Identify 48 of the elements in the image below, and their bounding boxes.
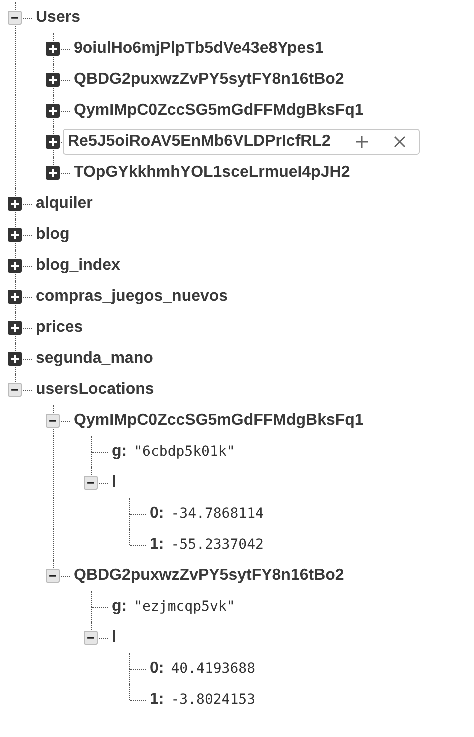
expand-toggle[interactable] [46,414,60,428]
node-key[interactable]: alquiler [36,194,93,212]
expand-toggle[interactable] [46,72,60,86]
node-key[interactable]: QBDG2puxwzZvPY5sytFY8n16tBo2 [74,566,344,584]
expand-toggle[interactable] [46,166,60,180]
field-value[interactable]: -55.2337042 [171,536,264,552]
field-value[interactable]: "6cbdp5k01k" [134,444,236,460]
node-key[interactable]: usersLocations [36,380,154,398]
node-key[interactable]: QymIMpC0ZccSG5mGdFFMdgBksFq1 [74,412,364,430]
node-key[interactable]: 9oiulHo6mjPlpTb5dVe43e8Ypes1 [74,40,324,58]
field-key: 1: [150,536,164,554]
node-key[interactable]: prices [36,318,84,336]
expand-toggle[interactable] [46,568,60,582]
expand-toggle[interactable] [8,228,22,242]
field-value[interactable]: "ezjmcqp5vk" [134,598,236,614]
expand-toggle[interactable] [8,382,22,396]
node-key[interactable]: QymIMpC0ZccSG5mGdFFMdgBksFq1 [74,102,364,120]
node-key[interactable]: Users [36,8,80,26]
expand-toggle[interactable] [8,196,22,210]
expand-toggle[interactable] [84,630,98,644]
field-value[interactable]: 40.4193688 [171,660,256,676]
expand-toggle[interactable] [8,290,22,304]
node-key[interactable]: l [112,628,116,646]
field-key: 1: [150,690,164,708]
close-icon[interactable] [392,134,407,148]
node-key[interactable]: TOpGYkkhmhYOL1sceLrmueI4pJH2 [74,164,350,182]
add-icon[interactable] [354,134,369,148]
node-key[interactable]: blog [36,226,70,244]
node-key[interactable]: QBDG2puxwzZvPY5sytFY8n16tBo2 [74,70,344,88]
node-key[interactable]: segunda_mano [36,350,154,368]
expand-toggle[interactable] [8,320,22,334]
expand-toggle[interactable] [8,258,22,272]
field-key: g: [112,598,128,616]
field-value[interactable]: -3.8024153 [171,692,256,708]
expand-toggle[interactable] [8,352,22,366]
node-key[interactable]: Re5J5oiRoAV5EnMb6VLDPrIcfRL2 [68,132,331,150]
field-key: g: [112,442,128,460]
expand-toggle[interactable] [46,42,60,56]
field-key: 0: [150,504,164,522]
expand-toggle[interactable] [8,10,22,24]
field-value[interactable]: -34.7868114 [171,506,264,522]
node-key[interactable]: l [112,474,116,492]
expand-toggle[interactable] [46,134,60,148]
node-key[interactable]: compras_juegos_nuevos [36,288,228,306]
expand-toggle[interactable] [46,104,60,118]
field-key: 0: [150,660,164,678]
expand-toggle[interactable] [84,476,98,490]
node-key[interactable]: blog_index [36,256,120,274]
